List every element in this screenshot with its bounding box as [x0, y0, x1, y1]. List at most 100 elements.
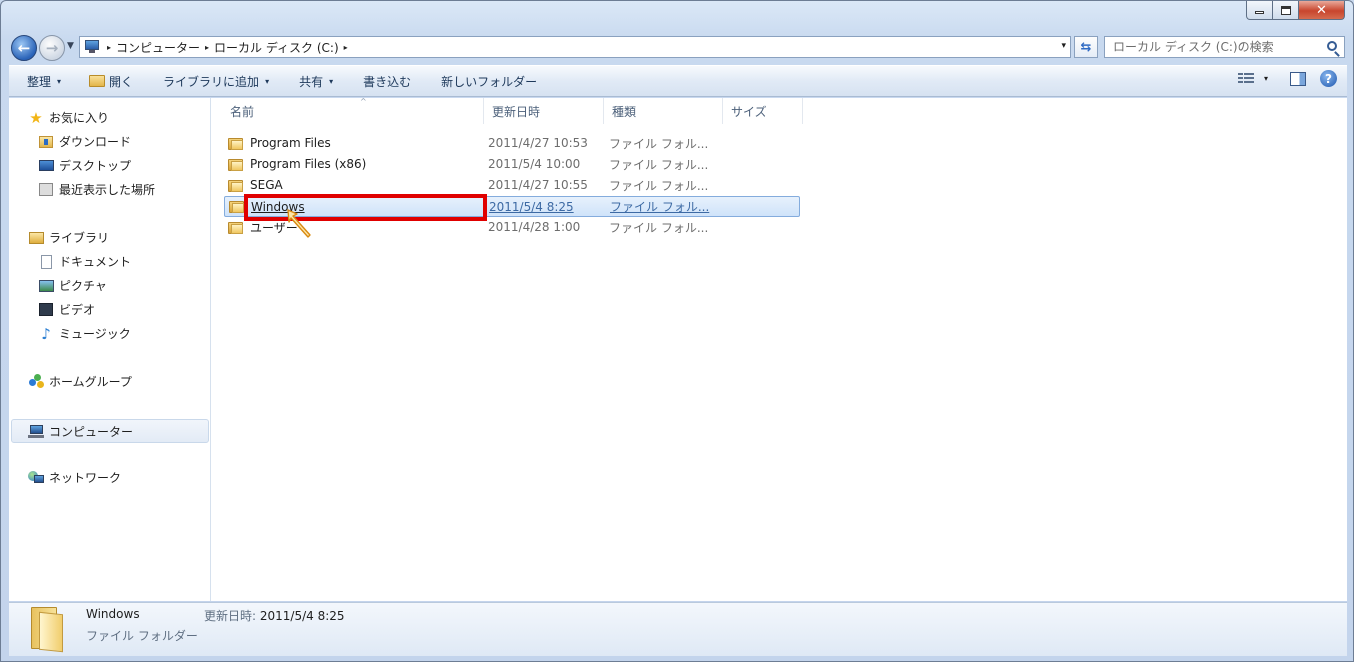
nav-computer[interactable]: コンピューター — [11, 419, 209, 443]
file-name: Program Files — [250, 136, 331, 150]
folder-icon — [228, 137, 244, 150]
table-row[interactable]: SEGA 2011/4/27 10:55 ファイル フォル... — [224, 175, 800, 195]
file-modified: 2011/5/4 10:00 — [488, 157, 581, 171]
refresh-button[interactable]: ⇆ — [1074, 36, 1098, 58]
file-type: ファイル フォル... — [609, 157, 709, 172]
details-name: Windows — [86, 607, 140, 621]
caption-buttons: ✕ — [1246, 1, 1345, 20]
nav-favorites[interactable]: ★ お気に入り — [28, 109, 109, 126]
organize-label: 整理 — [27, 74, 52, 89]
table-row-selected[interactable]: Windows 2011/5/4 8:25 ファイル フォル... — [224, 196, 800, 217]
nav-pictures[interactable]: ピクチャ — [38, 277, 107, 294]
music-note-icon: ♪ — [41, 324, 51, 343]
arrow-left-icon: ← — [17, 38, 31, 57]
maximize-icon — [1280, 5, 1291, 15]
star-icon: ★ — [29, 108, 43, 127]
search-icon[interactable] — [1327, 41, 1337, 51]
nav-label: ホームグループ — [49, 375, 132, 389]
address-bar[interactable]: ▸ コンピューター ▸ ローカル ディスク (C:) ▸ ▾ — [79, 36, 1071, 58]
details-modified-label: 更新日時: — [204, 609, 257, 623]
picture-icon — [38, 279, 54, 292]
forward-button[interactable]: → — [39, 35, 65, 61]
details-pane: Windows ファイル フォルダー 更新日時: 2011/5/4 8:25 — [9, 602, 1347, 656]
search-box[interactable] — [1104, 36, 1345, 58]
breadcrumb-computer[interactable]: コンピューター — [116, 39, 200, 56]
desktop-icon — [38, 160, 54, 171]
nav-libraries[interactable]: ライブラリ — [28, 229, 109, 246]
maximize-button[interactable] — [1273, 1, 1299, 20]
help-button[interactable]: ? — [1320, 70, 1337, 87]
nav-recent-places[interactable]: 最近表示した場所 — [38, 181, 155, 198]
nav-label: ドキュメント — [59, 255, 132, 269]
close-button[interactable]: ✕ — [1299, 1, 1345, 20]
nav-music[interactable]: ♪ ミュージック — [38, 325, 131, 342]
column-label: 名前 — [230, 104, 255, 119]
recent-places-icon — [39, 183, 53, 196]
view-list-icon — [1237, 72, 1254, 85]
nav-desktop[interactable]: デスクトップ — [38, 157, 131, 174]
command-bar: 整理 ▾ 開く ライブラリに追加 ▾ 共有 ▾ 書き込む 新しいフォルダー ▾ … — [9, 65, 1347, 97]
nav-network[interactable]: ネットワーク — [28, 469, 121, 486]
file-type: ファイル フォル... — [609, 220, 709, 235]
open-folder-icon — [89, 75, 106, 87]
nav-label: ダウンロード — [59, 135, 132, 149]
details-modified-value: 2011/5/4 8:25 — [259, 609, 345, 623]
column-header-modified[interactable]: 更新日時 — [484, 98, 604, 124]
new-folder-button[interactable]: 新しいフォルダー — [431, 69, 547, 93]
breadcrumb-separator[interactable]: ▸ — [339, 43, 353, 52]
preview-pane-button[interactable] — [1290, 71, 1306, 86]
back-button[interactable]: ← — [11, 35, 37, 61]
folder-icon — [29, 607, 65, 653]
network-icon — [28, 470, 44, 485]
folder-icon — [228, 158, 244, 171]
column-header-size[interactable]: サイズ — [723, 98, 803, 124]
file-name: SEGA — [250, 178, 283, 192]
arrow-right-icon: → — [45, 38, 59, 57]
homegroup-icon — [28, 374, 44, 389]
search-input[interactable] — [1105, 40, 1315, 54]
content-area: ★ お気に入り ダウンロード デスクトップ 最近表示した場所 ライブラリ ドキュ… — [9, 97, 1347, 601]
computer-icon — [84, 40, 102, 54]
change-view-button[interactable]: ▾ — [1237, 72, 1268, 85]
file-list: ^ 名前 更新日時 種類 サイズ Program Files 2011/4/27… — [212, 97, 1347, 601]
file-modified: 2011/4/27 10:53 — [488, 136, 588, 150]
file-name: Program Files (x86) — [250, 157, 367, 171]
video-icon — [39, 303, 53, 316]
organize-button[interactable]: 整理 ▾ — [17, 69, 71, 93]
folder-icon — [229, 200, 245, 213]
file-modified: 2011/4/27 10:55 — [488, 178, 588, 192]
folder-icon — [228, 179, 244, 192]
view-controls: ▾ ? — [1237, 70, 1337, 87]
details-type: ファイル フォルダー — [86, 629, 198, 643]
refresh-icon: ⇆ — [1080, 39, 1092, 55]
recent-pages-dropdown-icon[interactable]: ▼ — [67, 41, 74, 51]
breadcrumb-separator[interactable]: ▸ — [102, 43, 116, 52]
nav-label: お気に入り — [49, 111, 110, 125]
add-to-library-button[interactable]: ライブラリに追加 ▾ — [153, 69, 279, 93]
nav-downloads[interactable]: ダウンロード — [38, 133, 131, 150]
library-icon — [28, 231, 44, 244]
burn-button[interactable]: 書き込む — [353, 69, 421, 93]
column-label: 更新日時 — [492, 104, 541, 119]
computer-icon — [28, 424, 44, 438]
share-button[interactable]: 共有 ▾ — [289, 69, 343, 93]
minimize-button[interactable] — [1246, 1, 1273, 20]
chevron-down-icon: ▾ — [57, 76, 62, 86]
nav-videos[interactable]: ビデオ — [38, 301, 95, 318]
file-type: ファイル フォル... — [610, 200, 710, 214]
nav-label: コンピューター — [49, 424, 134, 439]
column-header-name[interactable]: ^ 名前 — [222, 97, 484, 124]
breadcrumb-separator[interactable]: ▸ — [200, 43, 214, 52]
table-row[interactable]: Program Files (x86) 2011/5/4 10:00 ファイル … — [224, 154, 800, 174]
navigation-pane: ★ お気に入り ダウンロード デスクトップ 最近表示した場所 ライブラリ ドキュ… — [9, 98, 211, 601]
nav-homegroup[interactable]: ホームグループ — [28, 373, 132, 390]
column-header-type[interactable]: 種類 — [604, 98, 723, 124]
nav-label: ピクチャ — [59, 279, 107, 293]
nav-documents[interactable]: ドキュメント — [38, 253, 131, 270]
table-row[interactable]: ユーザー 2011/4/28 1:00 ファイル フォル... — [224, 217, 800, 237]
address-dropdown-icon[interactable]: ▾ — [1061, 41, 1066, 51]
open-button[interactable]: 開く — [79, 69, 143, 93]
table-row[interactable]: Program Files 2011/4/27 10:53 ファイル フォル..… — [224, 133, 800, 153]
column-label: サイズ — [731, 104, 767, 119]
breadcrumb-local-disk[interactable]: ローカル ディスク (C:) — [214, 39, 339, 56]
